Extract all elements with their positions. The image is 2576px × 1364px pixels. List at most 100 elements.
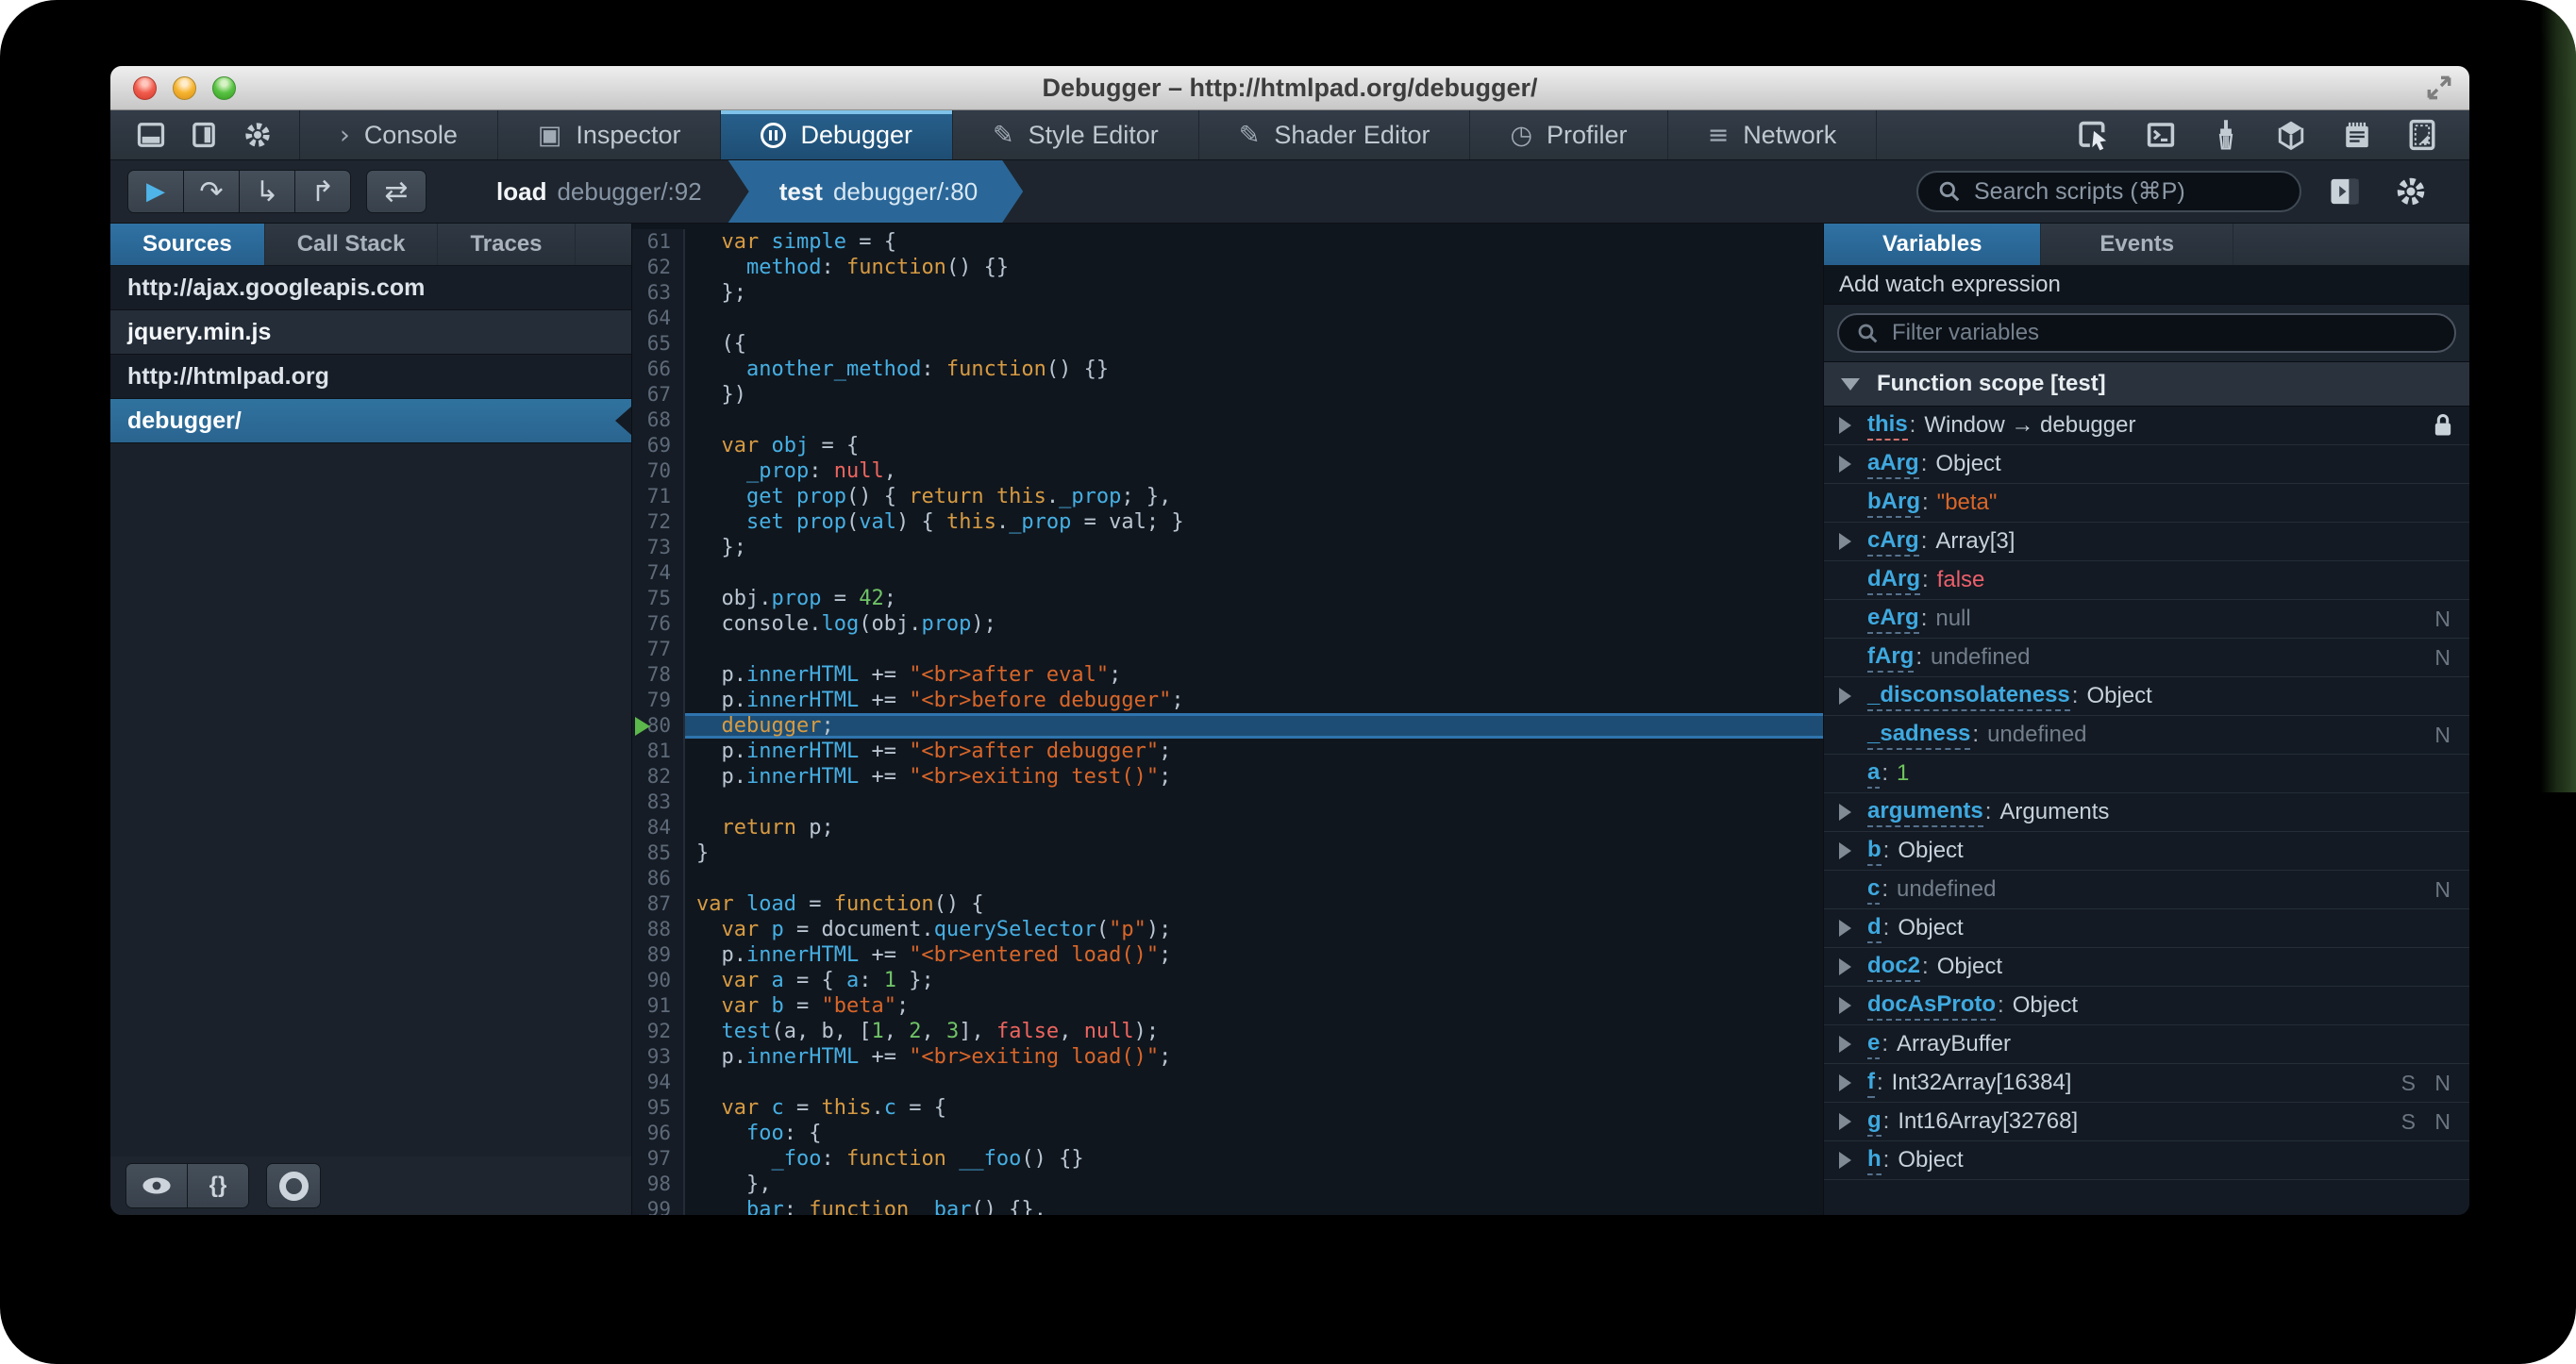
line-number[interactable]: 72 — [632, 509, 685, 535]
expand-arrow-icon[interactable] — [1839, 1074, 1867, 1091]
variable-row-b[interactable]: b: Object — [1824, 832, 2469, 871]
variable-row-fArg[interactable]: fArg: undefined N — [1824, 639, 2469, 677]
tab-traces[interactable]: Traces — [438, 224, 576, 265]
expand-arrow-icon[interactable] — [1839, 533, 1867, 550]
code-line-70[interactable]: 70 _prop: null, — [632, 458, 1823, 484]
scratchpad-icon[interactable] — [2341, 119, 2373, 151]
code-line-87[interactable]: 87 var load = function() { — [632, 891, 1823, 917]
variable-name[interactable]: a — [1867, 759, 1881, 789]
line-content[interactable]: }) — [685, 382, 1823, 408]
variable-row-_sadness[interactable]: _sadness: undefined N — [1824, 716, 2469, 755]
code-line-75[interactable]: 75 obj.prop = 42; — [632, 586, 1823, 611]
variable-name[interactable]: doc2 — [1867, 953, 1921, 982]
tab-debugger[interactable]: Debugger — [721, 110, 954, 159]
tab-console[interactable]: › Console — [300, 110, 498, 159]
line-content[interactable]: bar: function _bar() {}, — [685, 1197, 1823, 1215]
tab-profiler[interactable]: ◷ Profiler — [1470, 110, 1668, 159]
variable-row-_disconsolateness[interactable]: _disconsolateness: Object — [1824, 677, 2469, 716]
code-line-65[interactable]: 65 ({ — [632, 331, 1823, 357]
line-content[interactable] — [685, 790, 1823, 815]
line-number[interactable]: 62 — [632, 255, 685, 280]
paintbrush-icon[interactable] — [2211, 119, 2241, 151]
line-number[interactable]: 66 — [632, 357, 685, 382]
debugger-options-gear-icon[interactable] — [2394, 175, 2428, 208]
resume-button[interactable]: ▶ — [128, 171, 184, 212]
line-content[interactable]: }; — [685, 535, 1823, 560]
variable-row-dArg[interactable]: dArg: false — [1824, 561, 2469, 600]
titlebar[interactable]: Debugger – http://htmlpad.org/debugger/ — [110, 66, 2469, 110]
tab-variables[interactable]: Variables — [1824, 224, 2042, 265]
line-content[interactable]: obj.prop = 42; — [685, 586, 1823, 611]
variable-row-bArg[interactable]: bArg: "beta" — [1824, 484, 2469, 523]
blackbox-source-button[interactable] — [126, 1164, 188, 1207]
variable-value[interactable]: Object — [1898, 915, 1963, 941]
line-content[interactable] — [685, 866, 1823, 891]
line-number[interactable]: 91 — [632, 993, 685, 1019]
line-number[interactable]: 81 — [632, 739, 685, 764]
variable-row-aArg[interactable]: aArg: Object — [1824, 445, 2469, 484]
variable-row-eArg[interactable]: eArg: null N — [1824, 600, 2469, 639]
step-out-button[interactable]: ↱ — [295, 171, 350, 212]
code-line-79[interactable]: 79 p.innerHTML += "<br>before debugger"; — [632, 688, 1823, 713]
variable-name[interactable]: bArg — [1867, 489, 1920, 518]
line-content[interactable]: method: function() {} — [685, 255, 1823, 280]
line-number[interactable]: 79 — [632, 688, 685, 713]
variable-row-e[interactable]: e: ArrayBuffer — [1824, 1025, 2469, 1064]
line-content[interactable] — [685, 1070, 1823, 1095]
variable-value[interactable]: undefined — [1987, 722, 2086, 748]
variable-value[interactable]: Array[3] — [1935, 528, 2015, 555]
code-line-95[interactable]: 95 var c = this.c = { — [632, 1095, 1823, 1121]
line-content[interactable] — [685, 560, 1823, 586]
code-line-90[interactable]: 90 var a = { a: 1 }; — [632, 968, 1823, 993]
line-content[interactable]: p.innerHTML += "<br>before debugger"; — [685, 688, 1823, 713]
line-content[interactable]: _prop: null, — [685, 458, 1823, 484]
code-line-80[interactable]: 80 debugger; — [632, 713, 1823, 739]
line-number[interactable]: 67 — [632, 382, 685, 408]
3d-view-cube-icon[interactable] — [2275, 119, 2307, 151]
variable-value[interactable]: Window → debugger — [1924, 412, 2135, 439]
expand-arrow-icon[interactable] — [1839, 997, 1867, 1014]
line-number[interactable]: 74 — [632, 560, 685, 586]
code-line-96[interactable]: 96 foo: { — [632, 1121, 1823, 1146]
close-button[interactable] — [133, 75, 157, 100]
line-number[interactable]: 71 — [632, 484, 685, 509]
line-number[interactable]: 65 — [632, 331, 685, 357]
variable-row-f[interactable]: f: Int32Array[16384] S N — [1824, 1064, 2469, 1103]
variable-value[interactable]: Object — [1937, 954, 2002, 980]
code-line-94[interactable]: 94 — [632, 1070, 1823, 1095]
line-content[interactable]: get prop() { return this._prop; }, — [685, 484, 1823, 509]
dock-bottom-icon[interactable] — [137, 122, 165, 148]
line-number[interactable]: 78 — [632, 662, 685, 688]
source-item[interactable]: jquery.min.js — [110, 310, 631, 355]
variable-row-cArg[interactable]: cArg: Array[3] — [1824, 523, 2469, 561]
variable-name[interactable]: dArg — [1867, 566, 1920, 595]
variable-name[interactable]: d — [1867, 914, 1882, 943]
expand-arrow-icon[interactable] — [1839, 456, 1867, 473]
code-line-86[interactable]: 86 — [632, 866, 1823, 891]
expand-arrow-icon[interactable] — [1839, 1036, 1867, 1053]
code-line-73[interactable]: 73 }; — [632, 535, 1823, 560]
tab-shader-editor[interactable]: ✎ Shader Editor — [1199, 110, 1471, 159]
code-line-93[interactable]: 93 p.innerHTML += "<br>exiting load()"; — [632, 1044, 1823, 1070]
line-content[interactable]: var a = { a: 1 }; — [685, 968, 1823, 993]
line-content[interactable] — [685, 637, 1823, 662]
line-content[interactable]: var obj = { — [685, 433, 1823, 458]
tab-sources[interactable]: Sources — [110, 224, 265, 265]
scope-header[interactable]: Function scope [test] — [1824, 362, 2469, 407]
line-number[interactable]: 92 — [632, 1019, 685, 1044]
breadcrumb-frame-0[interactable]: load debugger/:92 — [470, 160, 728, 223]
line-number[interactable]: 61 — [632, 229, 685, 255]
responsive-mode-icon[interactable] — [2407, 119, 2437, 151]
expand-arrow-icon[interactable] — [1839, 958, 1867, 975]
tab-inspector[interactable]: ▣ Inspector — [498, 110, 722, 159]
code-line-99[interactable]: 99 bar: function _bar() {}, — [632, 1197, 1823, 1215]
line-content[interactable]: p.innerHTML += "<br>entered load()"; — [685, 942, 1823, 968]
code-line-71[interactable]: 71 get prop() { return this._prop; }, — [632, 484, 1823, 509]
expand-arrow-icon[interactable] — [1839, 920, 1867, 937]
code-line-89[interactable]: 89 p.innerHTML += "<br>entered load()"; — [632, 942, 1823, 968]
zoom-button[interactable] — [212, 75, 236, 100]
variable-value[interactable]: Object — [2086, 683, 2151, 709]
line-number[interactable]: 76 — [632, 611, 685, 637]
variable-row-a[interactable]: a:1 — [1824, 755, 2469, 793]
expand-arrow-icon[interactable] — [1839, 1152, 1867, 1169]
